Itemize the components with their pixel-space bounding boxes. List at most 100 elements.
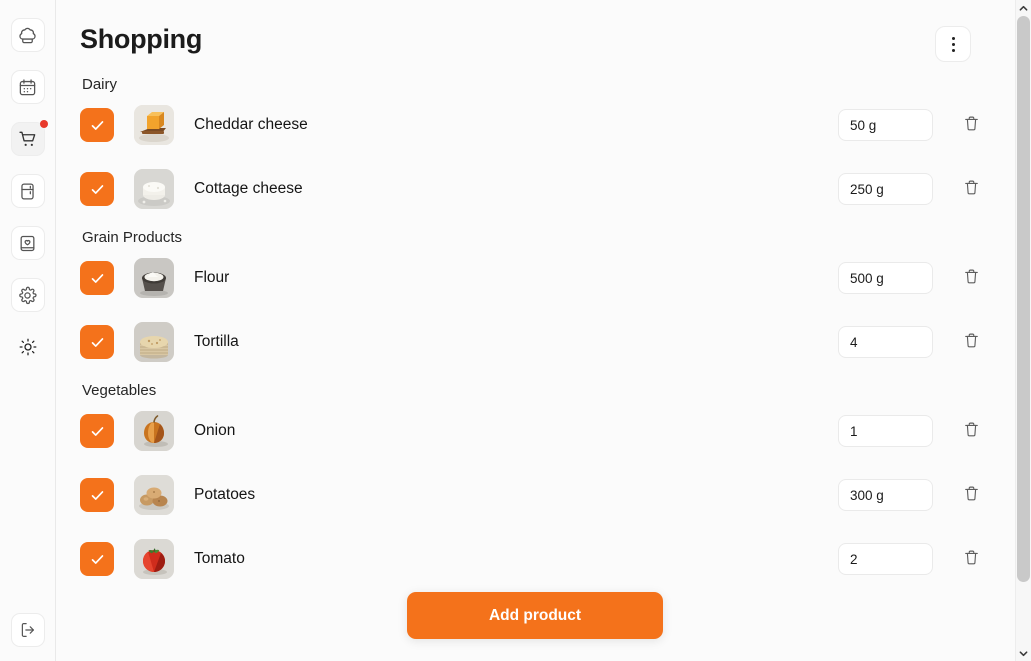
logout-button[interactable] (10, 613, 45, 647)
item-thumbnail (134, 105, 174, 145)
category-title: Dairy (82, 76, 118, 93)
item-checkbox[interactable] (80, 414, 114, 448)
app-root: Shopping Dairy Cheddar cheese 50 g Cotta… (0, 0, 1031, 661)
delete-item-button[interactable] (955, 109, 987, 141)
sidebar-item-shopping[interactable] (10, 120, 48, 156)
chevron-up-icon (1019, 5, 1028, 11)
tomato-image (134, 539, 174, 579)
shopping-list-row: Cottage cheese (80, 165, 987, 213)
kebab-dot (951, 36, 955, 40)
check-icon (89, 487, 106, 504)
check-icon (89, 270, 106, 287)
scroll-down-button[interactable] (1016, 645, 1031, 661)
chevron-down-icon (1019, 650, 1028, 656)
shopping-list-row: Onion (80, 407, 987, 455)
check-icon (89, 181, 106, 198)
cookbook-heart-icon (18, 234, 37, 253)
onion-image (134, 411, 174, 451)
item-name: Flour (194, 269, 230, 286)
trash-icon (963, 268, 980, 288)
category-title: Vegetables (82, 382, 157, 399)
shopping-list-row: Tomato (80, 535, 987, 583)
check-icon (89, 423, 106, 440)
page-header: Shopping (80, 24, 987, 62)
category-title: Grain Products (82, 229, 183, 246)
vertical-scrollbar[interactable] (1015, 0, 1031, 661)
sidebar-item-recipes[interactable] (10, 18, 45, 52)
item-name: Tomato (194, 550, 245, 567)
item-checkbox[interactable] (80, 478, 114, 512)
check-icon (89, 334, 106, 351)
check-icon (89, 551, 106, 568)
quantity-input[interactable] (838, 543, 933, 575)
page-title: Shopping (80, 24, 203, 54)
item-checkbox[interactable] (80, 325, 114, 359)
shopping-list-scroll-area: Shopping Dairy Cheddar cheese 50 g Cotta… (56, 0, 1031, 661)
scroll-up-button[interactable] (1016, 0, 1031, 16)
item-checkbox[interactable] (80, 108, 114, 142)
gear-icon (18, 286, 37, 305)
category-block: Grain Products Flour 500 g Tortilla 4 (80, 229, 987, 366)
trash-icon (963, 332, 980, 352)
shopping-list-row: Flour (80, 254, 987, 302)
fridge-icon (18, 182, 37, 201)
item-checkbox[interactable] (80, 172, 114, 206)
trash-icon (963, 421, 980, 441)
item-name: Onion (194, 422, 236, 439)
scrollbar-thumb[interactable] (1016, 16, 1030, 582)
item-name: Cheddar cheese (194, 116, 308, 133)
sun-icon (19, 338, 37, 356)
add-product-button[interactable]: Add product (407, 592, 663, 639)
trash-icon (963, 179, 980, 199)
delete-item-button[interactable] (955, 415, 987, 447)
quantity-input[interactable] (838, 326, 933, 358)
kebab-dot (951, 48, 955, 52)
scrollbar-track[interactable] (1016, 16, 1031, 645)
item-thumbnail (134, 411, 174, 451)
cottage-cheese-image (134, 169, 174, 209)
trash-icon (963, 549, 980, 569)
cheddar-cheese-image (134, 105, 174, 145)
item-checkbox[interactable] (80, 542, 114, 576)
item-checkbox[interactable] (80, 261, 114, 295)
item-thumbnail (134, 475, 174, 515)
item-thumbnail (134, 322, 174, 362)
delete-item-button[interactable] (955, 543, 987, 575)
chef-hat-icon (18, 26, 37, 45)
item-thumbnail (134, 258, 174, 298)
item-thumbnail (134, 169, 174, 209)
item-name: Tortilla (194, 333, 239, 350)
calendar-icon (18, 78, 37, 97)
logout-icon (19, 621, 37, 639)
quantity-input[interactable] (838, 479, 933, 511)
quantity-input[interactable] (838, 415, 933, 447)
category-block: Vegetables Onion 1 Potatoes 300 g Tomato… (80, 382, 987, 583)
sidebar-item-favorites[interactable] (10, 226, 45, 260)
sidebar-item-theme-toggle[interactable] (11, 330, 45, 364)
sidebar-item-meal-plan[interactable] (10, 70, 45, 104)
delete-item-button[interactable] (955, 173, 987, 205)
sidebar (0, 0, 56, 661)
tortilla-stack-image (134, 322, 174, 362)
category-block: Dairy Cheddar cheese 50 g Cottage cheese… (80, 76, 987, 213)
check-icon (89, 117, 106, 134)
flour-bowl-image (134, 258, 174, 298)
main-content: Shopping Dairy Cheddar cheese 50 g Cotta… (56, 0, 1031, 661)
quantity-input[interactable] (838, 109, 933, 141)
item-name: Cottage cheese (194, 180, 303, 197)
shopping-list-row: Cheddar cheese (80, 101, 987, 149)
delete-item-button[interactable] (955, 262, 987, 294)
kebab-menu-button[interactable] (935, 26, 971, 62)
trash-icon (963, 115, 980, 135)
item-name: Potatoes (194, 486, 256, 503)
delete-item-button[interactable] (955, 479, 987, 511)
cart-badge-dot (39, 120, 48, 128)
delete-item-button[interactable] (955, 326, 987, 358)
shopping-list-row: Tortilla (80, 318, 987, 366)
quantity-input[interactable] (838, 173, 933, 205)
shopping-list-row: Potatoes (80, 471, 987, 519)
item-thumbnail (134, 539, 174, 579)
sidebar-item-fridge[interactable] (10, 174, 45, 208)
sidebar-item-settings[interactable] (10, 278, 45, 312)
quantity-input[interactable] (838, 262, 933, 294)
